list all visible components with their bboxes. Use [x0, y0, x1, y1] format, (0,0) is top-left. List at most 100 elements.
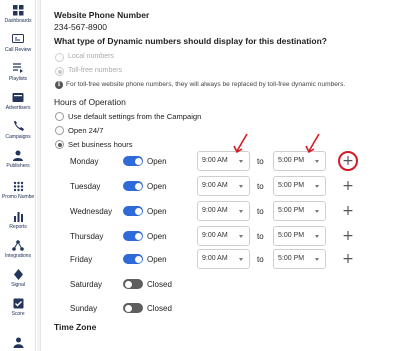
sidebar-item-label: Dashboards — [4, 18, 32, 24]
sidebar-item-label: Call Review — [4, 47, 32, 53]
sidebar-item-dashboard[interactable]: Dashboards — [0, 4, 36, 24]
integrations-icon — [11, 239, 25, 251]
day-toggle-monday[interactable] — [123, 156, 143, 166]
sidebar-item-label: Campaigns — [5, 134, 31, 140]
day-toggle-friday[interactable] — [123, 254, 143, 264]
toll-free-numbers-radio[interactable] — [55, 67, 64, 76]
sidebar-item-label: Score — [11, 311, 25, 317]
open-time-select-tuesday[interactable]: 9:00 AM — [197, 176, 250, 196]
day-status-thursday: Open — [147, 232, 167, 241]
close-time-select-wednesday[interactable]: 5:00 PM — [273, 201, 326, 221]
close-time-select-thursday[interactable]: 5:00 PM — [273, 226, 326, 246]
set-business-hours-label: Set business hours — [68, 140, 133, 149]
sidebar-item-advertisers[interactable]: Advertisers — [0, 91, 36, 111]
open-24-7-radio[interactable] — [55, 126, 64, 135]
day-toggle-saturday[interactable] — [123, 279, 143, 289]
hours-of-operation-title: Hours of Operation — [54, 97, 126, 107]
reports-icon — [11, 210, 25, 222]
day-label-saturday: Saturday — [70, 280, 103, 289]
website-phone-label: Website Phone Number — [54, 10, 150, 20]
info-icon: i — [55, 81, 63, 89]
chevron-down-icon — [315, 210, 319, 213]
open-24-7-label: Open 24/7 — [68, 126, 104, 135]
signal-icon — [11, 268, 25, 280]
chevron-down-icon — [239, 160, 243, 163]
open-time-select-wednesday[interactable]: 9:00 AM — [197, 201, 250, 221]
close-time-select-friday[interactable]: 5:00 PM — [273, 249, 326, 269]
set-business-hours-radio[interactable] — [55, 140, 64, 149]
open-time-value: 9:00 AM — [202, 255, 228, 262]
day-status-monday: Open — [147, 157, 167, 166]
sidebar-item-campaigns[interactable]: Campaigns — [0, 120, 36, 140]
day-status-sunday: Closed — [147, 304, 172, 313]
day-toggle-tuesday[interactable] — [123, 181, 143, 191]
sidebar-item-label: Integrations — [5, 253, 31, 259]
sidebar-scrollbar[interactable] — [37, 0, 41, 351]
playlists-icon — [11, 62, 25, 74]
dashboard-icon — [11, 4, 25, 16]
close-time-select-tuesday[interactable]: 5:00 PM — [273, 176, 326, 196]
sidebar-item-signal[interactable]: Signal — [0, 268, 36, 288]
highlight-circle — [338, 151, 358, 171]
open-time-select-thursday[interactable]: 9:00 AM — [197, 226, 250, 246]
to-label: to — [257, 207, 264, 216]
time-zone-title: Time Zone — [54, 322, 97, 332]
toll-free-numbers-label: Toll-free numbers — [68, 67, 123, 74]
sidebar-item-publishers[interactable]: Publishers — [0, 149, 36, 169]
person-icon — [11, 336, 25, 348]
sidebar-item-integrations[interactable]: Integrations — [0, 239, 36, 259]
default-settings-radio[interactable] — [55, 112, 64, 121]
to-label: to — [257, 157, 264, 166]
close-time-value: 5:00 PM — [278, 207, 305, 214]
to-label: to — [257, 255, 264, 264]
sidebar-item-playlists[interactable]: Playlists — [0, 62, 36, 82]
sidebar-item-reports[interactable]: Reports — [0, 210, 36, 230]
score-icon — [11, 297, 25, 309]
sidebar-item-label: Playlists — [8, 76, 28, 82]
add-hours-button-tuesday[interactable]: + — [342, 179, 354, 193]
sidebar-item-label: Reports — [9, 224, 27, 230]
open-time-value: 9:00 AM — [202, 232, 228, 239]
sidebar-item-call-review[interactable]: Call Review — [0, 33, 36, 53]
day-label-sunday: Sunday — [70, 304, 98, 313]
day-status-friday: Open — [147, 255, 167, 264]
promo-numbers-icon — [11, 180, 25, 192]
chevron-down-icon — [315, 235, 319, 238]
day-status-wednesday: Open — [147, 207, 167, 216]
open-time-value: 9:00 AM — [202, 207, 228, 214]
day-toggle-wednesday[interactable] — [123, 206, 143, 216]
default-settings-label: Use default settings from the Campaign — [68, 112, 202, 121]
sidebar-item-label: Publishers — [6, 163, 30, 169]
day-label-wednesday: Wednesday — [70, 207, 113, 216]
to-label: to — [257, 182, 264, 191]
sidebar-item-label: Signal — [11, 282, 25, 288]
sidebar-item-promo-numbers[interactable]: Promo Numbe — [0, 180, 36, 200]
sidebar-item-more[interactable] — [0, 336, 36, 348]
to-label: to — [257, 232, 264, 241]
day-status-tuesday: Open — [147, 182, 167, 191]
day-label-thursday: Thursday — [70, 232, 104, 241]
day-toggle-thursday[interactable] — [123, 231, 143, 241]
open-time-select-friday[interactable]: 9:00 AM — [197, 249, 250, 269]
sidebar-item-label: Advertisers — [5, 105, 31, 111]
chevron-down-icon — [239, 185, 243, 188]
add-hours-button-friday[interactable]: + — [342, 252, 354, 266]
close-time-value: 5:00 PM — [278, 182, 305, 189]
chevron-down-icon — [239, 258, 243, 261]
close-time-value: 5:00 PM — [278, 232, 305, 239]
day-toggle-sunday[interactable] — [123, 303, 143, 313]
close-time-value: 5:00 PM — [278, 255, 305, 262]
day-status-saturday: Closed — [147, 280, 172, 289]
toll-free-info-text: For toll-free website phone numbers, the… — [66, 81, 346, 88]
website-phone-value: 234-567-8900 — [54, 22, 107, 32]
annotation-arrows — [233, 133, 320, 154]
sidebar: Dashboards Call Review Playlists Advertiser… — [0, 0, 36, 351]
local-numbers-radio[interactable] — [55, 53, 64, 62]
open-time-value: 9:00 AM — [202, 157, 228, 164]
sidebar-item-score[interactable]: Score — [0, 297, 36, 317]
add-hours-button-thursday[interactable]: + — [342, 229, 354, 243]
chevron-down-icon — [315, 258, 319, 261]
publishers-icon — [11, 149, 25, 161]
add-hours-button-wednesday[interactable]: + — [342, 204, 354, 218]
chevron-down-icon — [315, 160, 319, 163]
